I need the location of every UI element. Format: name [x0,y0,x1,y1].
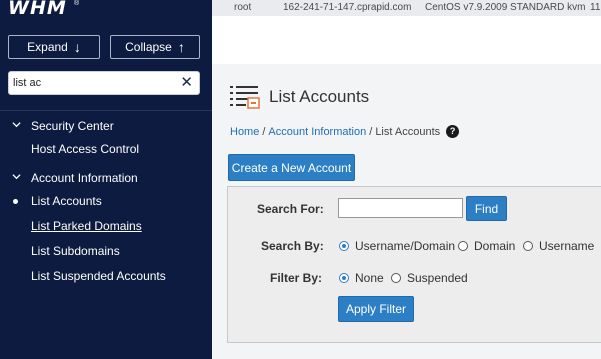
search-by-username-radio[interactable]: Username [523,239,594,253]
sidebar: WHM ® Expand ↓ Collapse ↑ ✕ Security Cen… [0,0,212,359]
breadcrumb-separator: / [369,125,373,138]
clear-search-icon[interactable]: ✕ [180,74,193,92]
sidebar-item-host-access-control[interactable]: Host Access Control [31,142,139,156]
list-accounts-icon [230,86,260,109]
sidebar-category-security-center[interactable]: Security Center [12,119,114,133]
collapse-label: Collapse [125,40,172,54]
radio-label: Username [539,239,595,253]
find-button[interactable]: Find [466,196,507,221]
search-for-input[interactable] [338,198,463,218]
radio-label: Domain [474,239,516,253]
breadcrumb-home[interactable]: Home [230,126,259,138]
sidebar-category-label: Security Center [31,119,114,133]
sidebar-category-account-information[interactable]: Account Information [12,171,138,185]
sidebar-category-label: Account Information [31,171,138,185]
registered-mark: ® [74,0,80,7]
sidebar-item-list-parked-domains[interactable]: List Parked Domains [31,219,142,233]
sidebar-item-list-accounts[interactable]: List Accounts [31,194,102,208]
radio-unchecked-icon [391,273,401,283]
chevron-down-icon [12,173,21,179]
radio-unchecked-icon [523,241,533,251]
sidebar-divider [0,110,212,111]
search-by-domain-radio[interactable]: Domain [458,239,515,253]
filter-suspended-radio[interactable]: Suspended [391,271,468,285]
arrow-up-icon: ↑ [177,39,185,55]
active-bullet-icon [13,199,18,204]
breadcrumb: Home / Account Information / List Accoun… [230,125,460,138]
server-os: CentOS v7.9.2009 STANDARD kvm [425,2,586,13]
search-by-label: Search By: [261,239,324,253]
whm-logo[interactable]: WHM [8,0,67,20]
server-user: root [234,2,252,13]
help-icon[interactable]: ? [446,125,460,138]
breadcrumb-separator: / [262,125,266,138]
radio-unchecked-icon [458,241,468,251]
breadcrumb-account-information[interactable]: Account Information [268,126,366,138]
expand-button[interactable]: Expand ↓ [8,35,100,59]
breadcrumb-current: List Accounts [375,125,441,138]
collapse-button[interactable]: Collapse ↑ [110,35,200,59]
radio-checked-icon [339,241,349,251]
arrow-down-icon: ↓ [73,39,81,55]
sidebar-item-list-subdomains[interactable]: List Subdomains [31,244,120,258]
header-area [212,16,601,64]
create-new-account-button[interactable]: Create a New Account [228,154,355,181]
radio-label: None [355,271,384,285]
apply-filter-button[interactable]: Apply Filter [338,296,414,322]
expand-label: Expand [27,40,68,54]
sidebar-item-list-suspended-accounts[interactable]: List Suspended Accounts [31,269,166,283]
sidebar-search: ✕ [8,71,200,95]
server-info-bar: root 162-241-71-147.cprapid.com CentOS v… [212,0,601,16]
search-for-label: Search For: [257,202,324,216]
server-hostname: 162-241-71-147.cprapid.com [283,2,412,13]
chevron-down-icon [12,121,21,127]
filter-none-radio[interactable]: None [339,271,384,285]
radio-checked-icon [339,273,349,283]
server-version: 11 [590,2,601,13]
sidebar-search-input[interactable] [13,75,173,91]
filter-by-label: Filter By: [270,271,323,285]
search-by-username-domain-radio[interactable]: Username/Domain [339,239,455,253]
page-title: List Accounts [269,87,370,106]
radio-label: Username/Domain [355,239,456,253]
radio-label: Suspended [407,271,468,285]
